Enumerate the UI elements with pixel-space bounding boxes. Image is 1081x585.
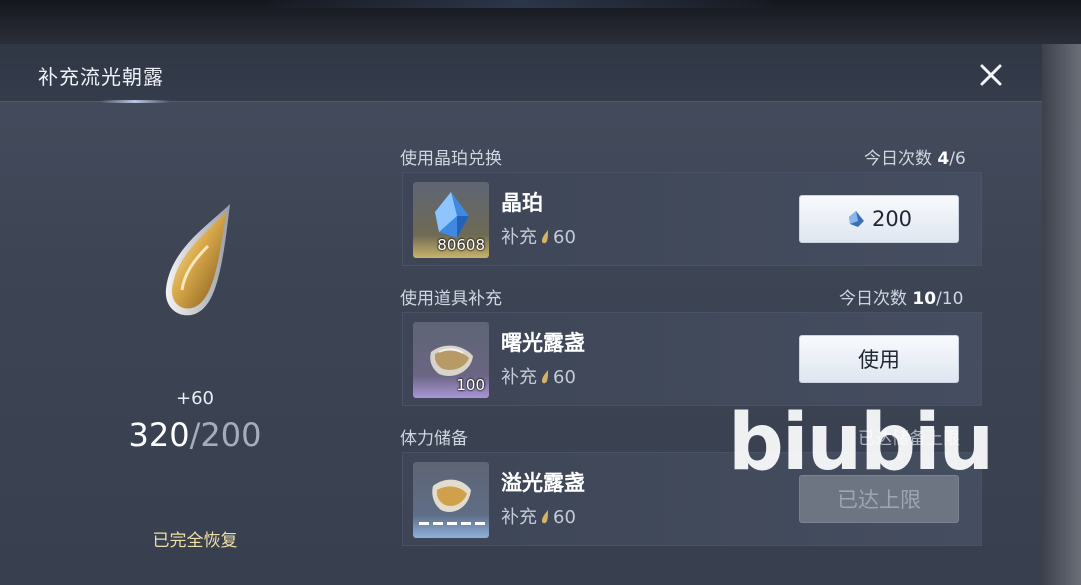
exchange-cost: 200 [871,207,913,231]
overflow-dew-cup-name: 溢光露盏 [501,471,585,495]
dew-mini-icon [542,510,548,524]
crystal-icon [848,211,864,227]
dawn-dew-cup-quantity: 100 [456,376,485,394]
background-top [0,0,1081,44]
crystal-name: 晶珀 [501,191,543,215]
background-right [1041,44,1081,585]
dawn-dew-cup-icon[interactable]: 100 [413,322,489,398]
dew-mini-icon [542,230,548,244]
reserve-status: 已达储备上限 [858,429,960,449]
reserve-section-label: 体力储备 [400,429,468,449]
refill-dialog: 补充流光朝露 +60 320/200 已完全恢复 使用晶珀兑换 今日次数 4/6… [0,44,1042,585]
close-icon[interactable] [974,58,1008,92]
dialog-title: 补充流光朝露 [38,65,164,89]
exchange-daily-count: 今日次数 4/6 [864,149,966,169]
title-accent [100,100,170,103]
dawn-dew-cup-refill-info: 补充 60 [501,367,576,388]
item-use-daily-count: 今日次数 10/10 [839,289,964,309]
exchange-section-label: 使用晶珀兑换 [400,149,502,169]
overflow-dew-cup-icon[interactable] [413,462,489,538]
crystal-quantity: 80608 [437,236,485,254]
exchange-button[interactable]: 200 [799,195,959,243]
reserve-row: 溢光露盏 补充 60 已达上限 [402,452,982,546]
limit-reached-button[interactable]: 已达上限 [799,475,959,523]
dawn-dew-cup-name: 曙光露盏 [501,331,585,355]
crystal-item-icon[interactable]: 80608 [413,182,489,258]
item-use-row: 100 曙光露盏 补充 60 使用 [402,312,982,406]
crystal-refill-info: 补充 60 [501,227,576,248]
overflow-dew-cup-refill-info: 补充 60 [501,507,576,528]
gain-amount: +60 [176,388,214,409]
exchange-row: 80608 晶珀 补充 60 200 [402,172,982,266]
stamina-current: 320 [128,416,190,454]
recovery-status: 已完全恢复 [152,531,238,551]
dew-mini-icon [542,370,548,384]
dialog-header: 补充流光朝露 [0,44,1042,103]
use-button[interactable]: 使用 [799,335,959,383]
stamina-count: 320/200 [100,416,290,454]
dew-drop-icon [150,194,240,324]
item-use-section-label: 使用道具补充 [400,289,502,309]
stamina-max: /200 [189,416,262,454]
